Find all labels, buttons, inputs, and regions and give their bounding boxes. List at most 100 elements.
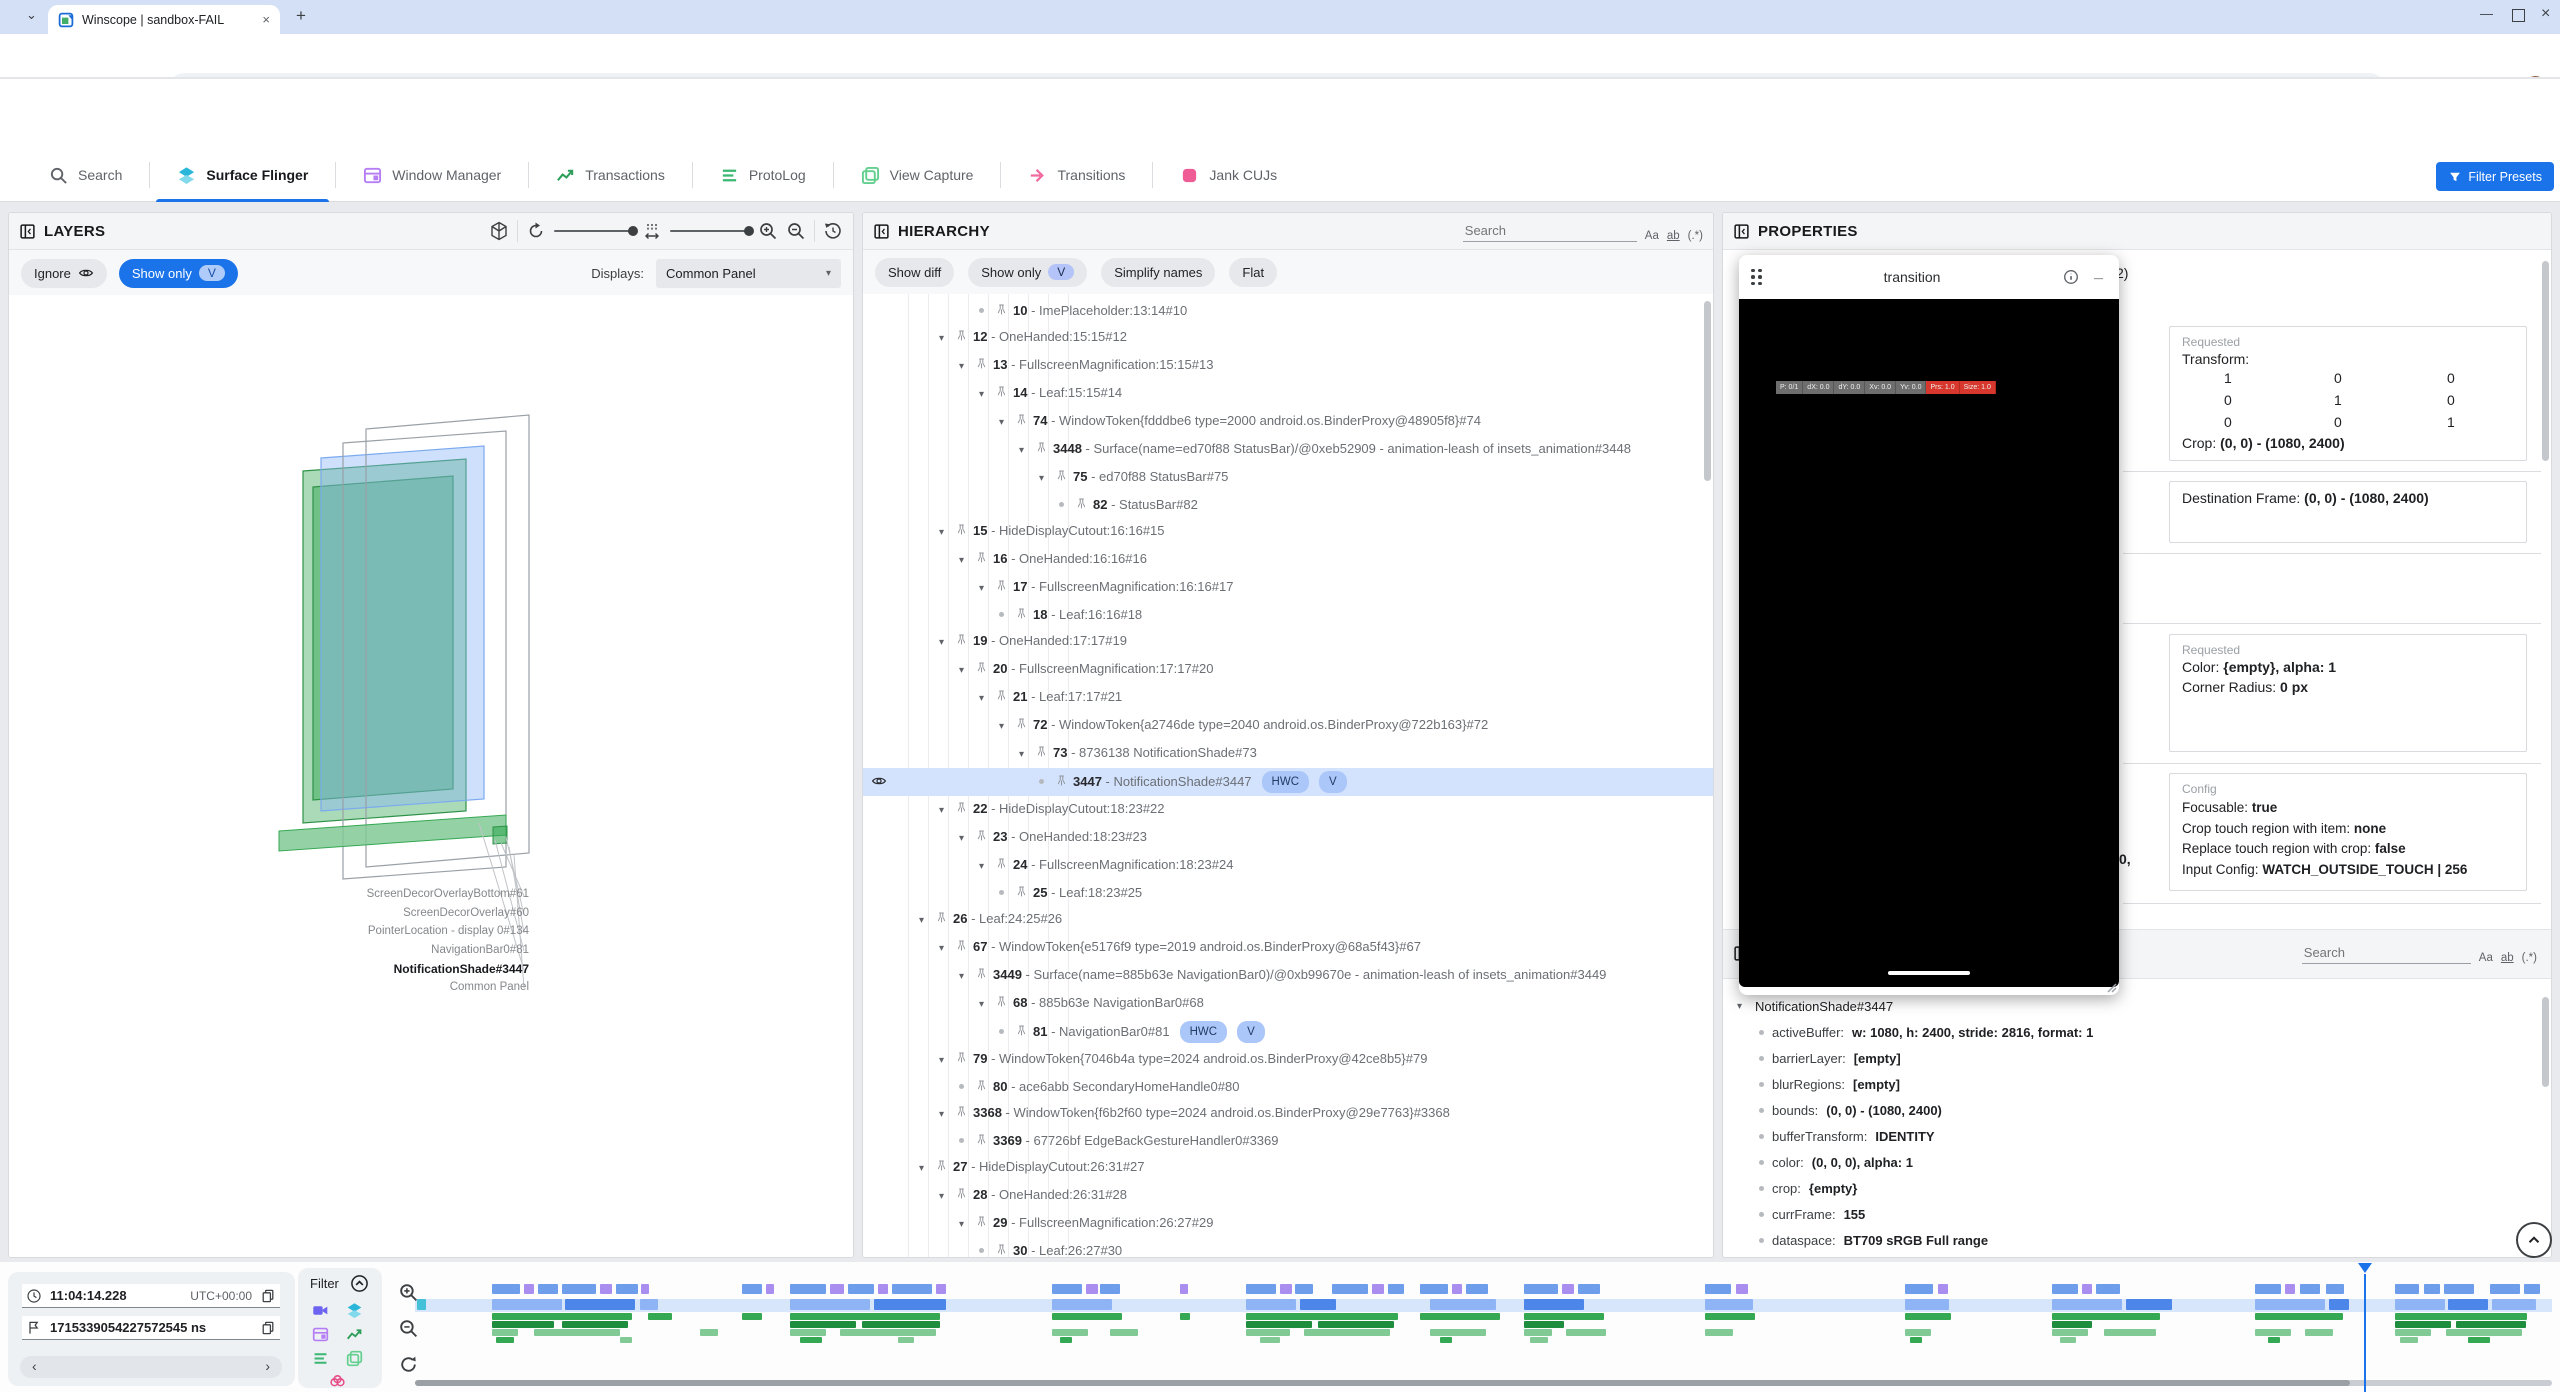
trace-segment[interactable] — [2052, 1329, 2088, 1336]
pin-icon[interactable] — [975, 551, 988, 564]
tree-row[interactable]: ▾79 - WindowToken{7046b4a type=2024 andr… — [863, 1046, 1713, 1074]
expand-arrow-icon[interactable]: ▾ — [959, 357, 969, 377]
expand-arrow-icon[interactable]: ▾ — [959, 967, 969, 987]
trace-segment[interactable] — [790, 1321, 856, 1328]
filter-layers-icon[interactable] — [346, 1302, 363, 1319]
pin-icon[interactable] — [995, 579, 1008, 592]
trace-segment[interactable] — [936, 1284, 946, 1294]
trace-segment[interactable] — [562, 1321, 628, 1328]
trace-segment[interactable] — [616, 1284, 638, 1294]
trace-segment[interactable] — [766, 1284, 774, 1294]
tree-row[interactable]: ▾27 - HideDisplayCutout:26:31#27 — [863, 1154, 1713, 1182]
expand-arrow-icon[interactable]: ▾ — [959, 829, 969, 849]
trace-segment[interactable] — [1578, 1284, 1600, 1294]
pin-icon[interactable] — [995, 385, 1008, 398]
trace-segment[interactable] — [1466, 1284, 1488, 1294]
tab-window-manager[interactable]: Window Manager — [336, 148, 528, 202]
layer-label[interactable]: NotificationShade#3447 — [394, 962, 529, 976]
regex-icon[interactable]: (.*) — [2522, 952, 2537, 964]
show-only-button[interactable]: Show onlyV — [968, 258, 1087, 287]
trace-segment[interactable] — [790, 1299, 870, 1310]
trace-segment[interactable] — [2060, 1337, 2076, 1343]
tree-row[interactable]: ▾72 - WindowToken{a2746de type=2040 andr… — [863, 712, 1713, 740]
expand-arrow-icon[interactable]: ▾ — [1019, 441, 1029, 461]
tree-row[interactable]: ▾13 - FullscreenMagnification:15:15#13 — [863, 352, 1713, 380]
tab-transactions[interactable]: Transactions — [529, 148, 692, 202]
expand-arrow-icon[interactable]: ▾ — [999, 717, 1009, 737]
trace-segment[interactable] — [1524, 1313, 1604, 1320]
rotation-slider[interactable] — [554, 230, 634, 232]
pin-icon[interactable] — [955, 939, 968, 952]
trace-segment[interactable] — [1246, 1321, 1312, 1328]
pin-icon[interactable] — [1055, 774, 1068, 787]
displays-dropdown[interactable]: Common Panel▾ — [656, 259, 841, 288]
hierarchy-search-input[interactable] — [1463, 220, 1637, 242]
property-row[interactable]: currFrame:155 — [1737, 1201, 2537, 1227]
tree-row[interactable]: ▾29 - FullscreenMagnification:26:27#29 — [863, 1210, 1713, 1238]
match-case-icon[interactable]: Aa — [1645, 230, 1659, 242]
tree-row[interactable]: ▾75 - ed70f88 StatusBar#75 — [863, 464, 1713, 492]
trace-segment[interactable] — [1180, 1313, 1190, 1320]
trace-segment[interactable] — [2126, 1299, 2172, 1310]
trace-segment[interactable] — [862, 1321, 940, 1328]
trace-segment[interactable] — [2400, 1337, 2418, 1343]
trace-segment[interactable] — [538, 1284, 558, 1294]
trace-segment[interactable] — [1452, 1284, 1462, 1294]
tree-row[interactable]: 30 - Leaf:26:27#30 — [863, 1238, 1713, 1258]
expand-arrow-icon[interactable]: ▾ — [939, 1051, 949, 1071]
trace-segment[interactable] — [1052, 1329, 1088, 1336]
pin-icon[interactable] — [975, 1215, 988, 1228]
expand-arrow-icon[interactable]: ▾ — [939, 523, 949, 543]
trace-segment[interactable] — [2456, 1321, 2526, 1328]
trace-segment[interactable] — [1905, 1313, 1951, 1320]
trace-segment[interactable] — [790, 1284, 826, 1294]
tree-row[interactable]: ▾73 - 8736138 NotificationShade#73 — [863, 740, 1713, 768]
property-row[interactable]: blurRegions:[empty] — [1737, 1071, 2537, 1097]
trace-segment[interactable] — [874, 1299, 946, 1310]
copy-icon[interactable] — [260, 1320, 276, 1336]
timeline-refresh-icon[interactable] — [398, 1354, 419, 1375]
trace-segment[interactable] — [641, 1284, 649, 1294]
trace-segment[interactable] — [492, 1284, 520, 1294]
tree-row[interactable]: ▾21 - Leaf:17:17#21 — [863, 684, 1713, 712]
transition-overlay-card[interactable]: transition _ P: 0/1dX: 0.0dY: 0.0Xv: 0.0… — [1739, 255, 2119, 995]
trace-segment[interactable] — [1060, 1337, 1072, 1343]
expand-arrow-icon[interactable]: ▾ — [939, 1187, 949, 1207]
trace-segment[interactable] — [1300, 1299, 1336, 1310]
tab-view-capture[interactable]: View Capture — [834, 148, 1001, 202]
flat-button[interactable]: Flat — [1229, 258, 1277, 287]
trace-segment[interactable] — [1736, 1284, 1748, 1294]
trace-segment[interactable] — [1905, 1299, 1949, 1310]
trace-segment[interactable] — [2052, 1299, 2122, 1310]
expand-arrow-icon[interactable]: ▾ — [919, 911, 929, 931]
tab-close-icon[interactable]: × — [262, 12, 270, 27]
layer-label[interactable]: ScreenDecorOverlay#60 — [403, 907, 529, 919]
trace-segment[interactable] — [1524, 1329, 1552, 1336]
tab-search[interactable]: Search — [22, 148, 149, 202]
tree-row[interactable]: ▾28 - OneHanded:26:31#28 — [863, 1182, 1713, 1210]
trace-segment[interactable] — [2448, 1299, 2488, 1310]
trace-segment[interactable] — [1052, 1284, 1082, 1294]
pin-icon[interactable] — [995, 1243, 1008, 1256]
trace-segment[interactable] — [492, 1329, 518, 1336]
pin-icon[interactable] — [935, 1159, 948, 1172]
tree-row[interactable]: 18 - Leaf:16:16#18 — [863, 602, 1713, 628]
tree-row[interactable]: 10 - ImePlaceholder:13:14#10 — [863, 298, 1713, 324]
trace-segment[interactable] — [2082, 1284, 2092, 1294]
hierarchy-scrollbar[interactable] — [1704, 301, 1711, 481]
expand-arrow-icon[interactable]: ▾ — [959, 661, 969, 681]
pin-icon[interactable] — [975, 967, 988, 980]
expand-arrow-icon[interactable]: ▾ — [979, 995, 989, 1015]
expand-arrow-icon[interactable]: ▾ — [979, 385, 989, 405]
property-row[interactable]: color:(0, 0, 0), alpha: 1 — [1737, 1149, 2537, 1175]
zoom-out-icon[interactable] — [786, 221, 806, 241]
trace-segment[interactable] — [1110, 1329, 1138, 1336]
timeline-scroll-strip[interactable]: ‹ › — [20, 1356, 282, 1378]
properties-search-input[interactable] — [2302, 942, 2471, 964]
resize-handle-icon[interactable] — [2102, 978, 2118, 994]
pin-icon[interactable] — [1055, 469, 1068, 482]
trace-segment[interactable] — [1530, 1337, 1548, 1343]
trace-segment[interactable] — [1430, 1299, 1496, 1310]
pin-icon[interactable] — [1015, 885, 1028, 898]
tab-search-icon[interactable]: ⌄ — [26, 7, 37, 23]
